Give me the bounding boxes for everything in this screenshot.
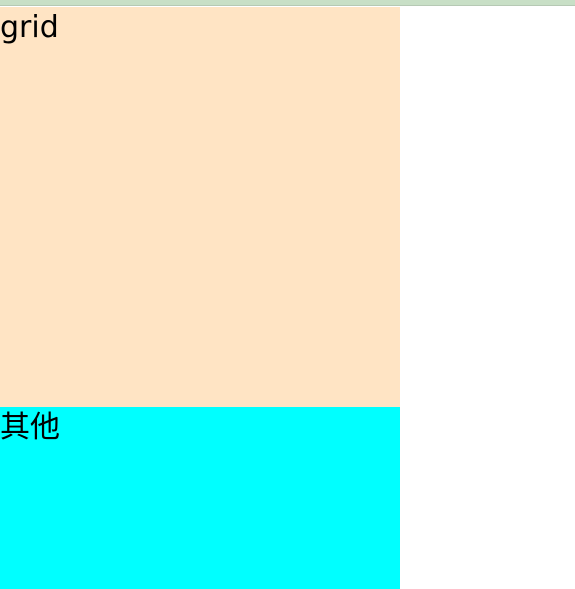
grid-block-label: grid	[0, 10, 59, 45]
grid-block: grid	[0, 7, 400, 407]
browser-top-strip	[0, 0, 575, 6]
other-block-label: 其他	[0, 410, 60, 445]
other-block: 其他	[0, 407, 400, 589]
